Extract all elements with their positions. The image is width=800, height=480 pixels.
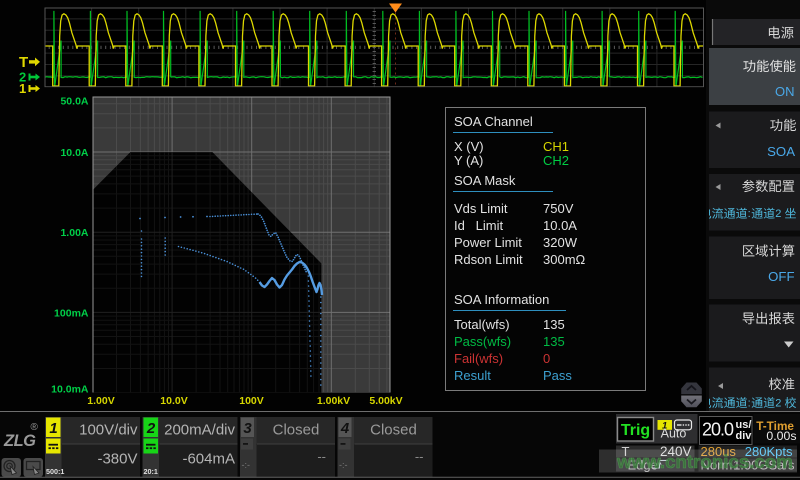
svg-text:--: -- — [317, 449, 326, 464]
svg-text:2: 2 — [775, 397, 781, 409]
svg-text:500:1: 500:1 — [46, 467, 64, 476]
svg-text:Auto: Auto — [661, 427, 687, 441]
svg-text:0.00s: 0.00s — [766, 429, 796, 443]
svg-text:3: 3 — [243, 420, 252, 437]
svg-text:Closed: Closed — [370, 422, 417, 439]
svg-text:200mA/div: 200mA/div — [164, 422, 235, 439]
svg-text:2: 2 — [146, 420, 156, 437]
svg-text::: : — [748, 397, 751, 409]
svg-text:OFF: OFF — [768, 269, 794, 284]
svg-text:-604mA: -604mA — [182, 451, 235, 468]
svg-text:-:-: -:- — [242, 460, 251, 470]
svg-text:Trig: Trig — [621, 422, 650, 439]
svg-text:100V/div: 100V/div — [79, 422, 138, 439]
svg-text:www.cntronics.com: www.cntronics.com — [616, 451, 793, 472]
svg-text:20:1: 20:1 — [144, 467, 158, 476]
svg-text:1: 1 — [49, 420, 57, 437]
svg-text:ZLG: ZLG — [3, 432, 36, 450]
svg-text:-:-: -:- — [339, 460, 348, 470]
svg-text:®: ® — [31, 422, 39, 433]
svg-text:ON: ON — [775, 84, 795, 99]
svg-text:Closed: Closed — [273, 422, 320, 439]
svg-text:-380V: -380V — [97, 451, 137, 468]
svg-text:div: div — [736, 430, 753, 442]
svg-text:SOA: SOA — [767, 144, 795, 159]
svg-text:--: -- — [415, 449, 424, 464]
svg-text:2: 2 — [775, 208, 781, 220]
svg-text:4: 4 — [340, 420, 350, 437]
svg-text:20.0: 20.0 — [702, 420, 734, 440]
svg-text::: : — [748, 208, 751, 220]
